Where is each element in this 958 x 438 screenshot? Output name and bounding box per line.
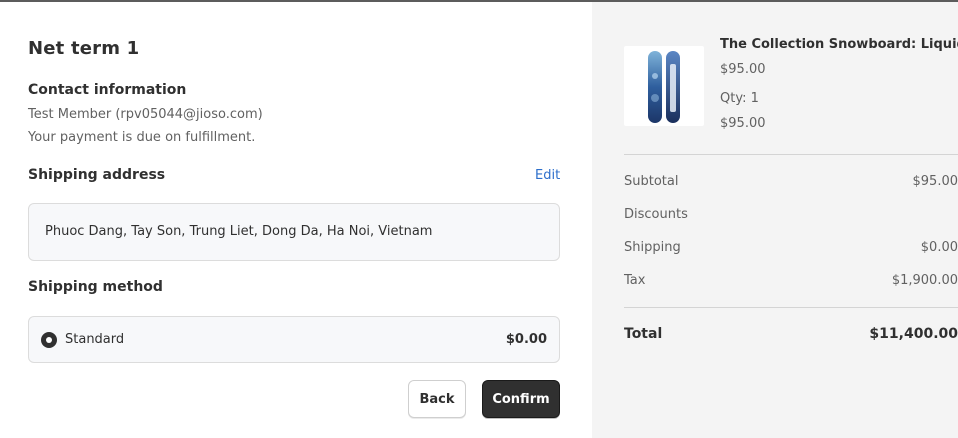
payment-note: Your payment is due on fulfillment. — [28, 130, 256, 145]
tax-label: Tax — [624, 273, 646, 288]
shipping-value: $0.00 — [920, 240, 958, 255]
back-button[interactable]: Back — [408, 380, 466, 418]
confirm-button[interactable]: Confirm — [482, 380, 560, 418]
shipping-option-price: $0.00 — [505, 332, 547, 347]
product-quantity: Qty: 1 — [720, 91, 759, 106]
discounts-label: Discounts — [624, 207, 688, 222]
subtotal-value: $95.00 — [912, 174, 958, 189]
shipping-address-text: Phuoc Dang, Tay Son, Trung Liet, Dong Da… — [45, 224, 433, 239]
shipping-option-name: Standard — [65, 332, 125, 347]
checkout-form-panel: Net term 1 Contact information Test Memb… — [0, 2, 592, 438]
order-summary-panel: The Collection Snowboard: Liquid $95.00 … — [592, 2, 958, 438]
shipping-method-heading: Shipping method — [28, 279, 163, 295]
contact-member: Test Member (rpv05044@jioso.com) — [28, 107, 263, 122]
total-divider — [624, 307, 958, 308]
shipping-address-box: Phuoc Dang, Tay Son, Trung Liet, Dong Da… — [28, 203, 560, 261]
contact-heading: Contact information — [28, 82, 187, 98]
total-label: Total — [624, 326, 663, 342]
total-value: $11,400.00 — [869, 326, 958, 342]
shipping-option-standard[interactable]: Standard $0.00 — [28, 316, 560, 363]
page-title: Net term 1 — [28, 38, 140, 59]
subtotal-label: Subtotal — [624, 174, 679, 189]
tax-value: $1,900.00 — [891, 273, 958, 288]
product-name: The Collection Snowboard: Liquid — [720, 37, 958, 52]
product-unit-price: $95.00 — [720, 62, 766, 77]
snowboard-image — [624, 46, 704, 126]
shipping-address-heading: Shipping address — [28, 167, 166, 183]
edit-address-link[interactable]: Edit — [535, 168, 560, 183]
product-line-total: $95.00 — [720, 116, 766, 131]
summary-divider — [624, 154, 958, 155]
radio-selected-icon[interactable] — [41, 332, 57, 348]
shipping-label: Shipping — [624, 240, 681, 255]
